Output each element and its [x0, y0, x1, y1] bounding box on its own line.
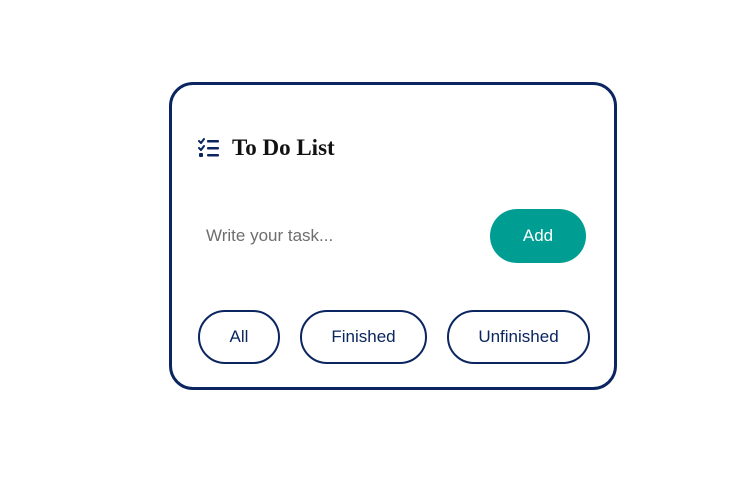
filter-unfinished-button[interactable]: Unfinished: [447, 310, 590, 364]
checklist-icon: [198, 137, 220, 159]
page-title: To Do List: [232, 135, 335, 160]
task-entry-row: Add: [198, 209, 588, 263]
filter-finished-button[interactable]: Finished: [300, 310, 427, 364]
add-task-button[interactable]: Add: [490, 209, 586, 263]
todo-card: To Do List Add All Finished Unfinished: [169, 82, 617, 390]
filter-all-button[interactable]: All: [198, 310, 280, 364]
task-input[interactable]: [198, 209, 488, 263]
card-header: To Do List: [198, 135, 335, 161]
